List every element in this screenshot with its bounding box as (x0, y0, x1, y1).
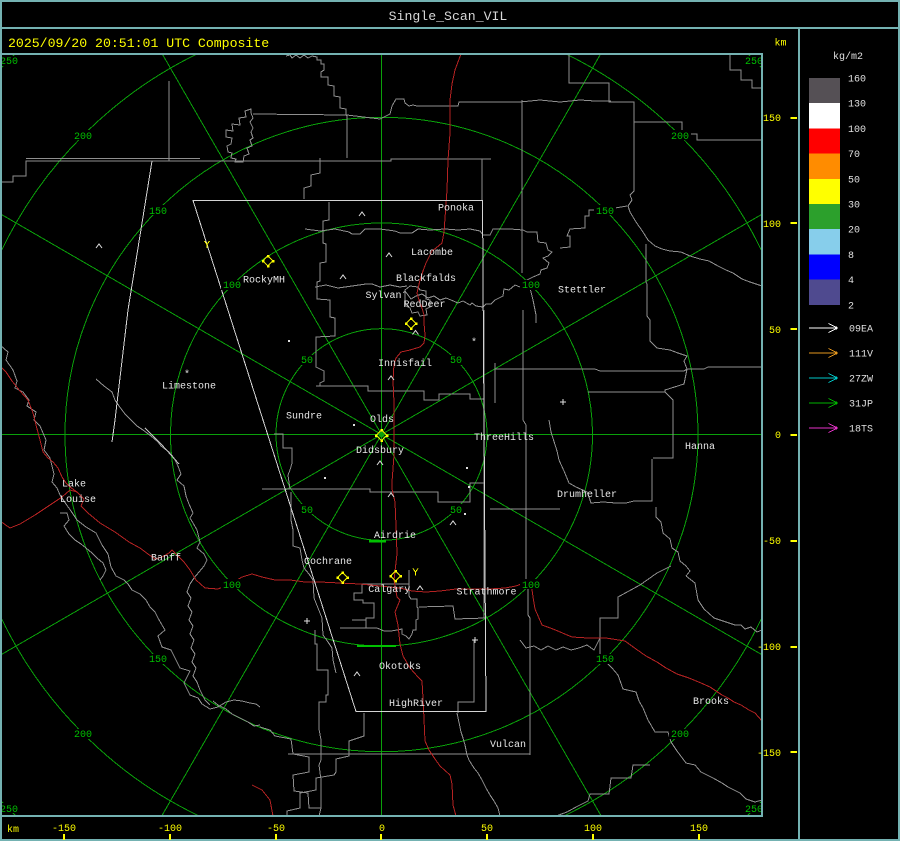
svg-text:250: 250 (745, 57, 763, 68)
svg-text:-150: -150 (757, 749, 781, 760)
svg-text:Drumheller: Drumheller (557, 489, 617, 501)
svg-text:Vulcan: Vulcan (490, 739, 526, 751)
svg-text:km: km (7, 824, 19, 836)
svg-text:Ponoka: Ponoka (438, 203, 474, 215)
svg-text:100: 100 (763, 220, 781, 231)
svg-text:100: 100 (223, 581, 241, 592)
svg-text:150: 150 (596, 655, 614, 666)
svg-text:150: 150 (763, 114, 781, 125)
svg-text:Stettler: Stettler (558, 285, 606, 297)
svg-text:*: * (184, 369, 190, 381)
svg-text:RedDeer: RedDeer (404, 299, 446, 311)
svg-text:50: 50 (450, 356, 462, 367)
svg-text:100: 100 (584, 824, 602, 835)
svg-text:Single_Scan_VIL: Single_Scan_VIL (389, 9, 508, 24)
svg-text:250: 250 (0, 805, 18, 816)
svg-text:50: 50 (848, 175, 860, 186)
svg-text:2: 2 (848, 301, 854, 312)
svg-text:150: 150 (149, 655, 167, 666)
svg-text:Limestone: Limestone (162, 381, 216, 393)
svg-text:8: 8 (848, 251, 854, 262)
svg-text:Louise: Louise (60, 494, 96, 506)
svg-text:Didsbury: Didsbury (356, 445, 404, 457)
svg-text:kg/m2: kg/m2 (833, 51, 863, 63)
svg-text:70: 70 (848, 150, 860, 161)
svg-text:2025/09/20 20:51:01 UTC Compos: 2025/09/20 20:51:01 UTC Composite (8, 36, 269, 51)
svg-text:50: 50 (301, 506, 313, 517)
svg-text:30: 30 (848, 201, 860, 212)
svg-text:-50: -50 (763, 537, 781, 548)
svg-text:-50: -50 (267, 824, 285, 835)
svg-text:Sundre: Sundre (286, 411, 322, 423)
svg-text:Olds: Olds (370, 414, 394, 426)
svg-text:150: 150 (596, 207, 614, 218)
svg-text:100: 100 (522, 281, 540, 292)
svg-text:100: 100 (223, 281, 241, 292)
svg-text:130: 130 (848, 100, 866, 111)
svg-text:*: * (471, 337, 477, 349)
svg-text:200: 200 (671, 132, 689, 143)
svg-text:km: km (775, 38, 787, 50)
svg-text:150: 150 (149, 207, 167, 218)
svg-text:200: 200 (671, 730, 689, 741)
svg-text:Hanna: Hanna (685, 442, 715, 453)
svg-text:200: 200 (74, 132, 92, 143)
svg-text:31JP: 31JP (849, 400, 873, 411)
svg-text:250: 250 (745, 805, 763, 816)
svg-text:Banff: Banff (151, 553, 181, 565)
svg-text:Lacombe: Lacombe (411, 247, 453, 259)
svg-text:Okotoks: Okotoks (379, 661, 421, 673)
svg-text:111V: 111V (849, 350, 873, 361)
svg-text:100: 100 (522, 581, 540, 592)
svg-text:50: 50 (481, 824, 493, 835)
svg-text:-100: -100 (757, 643, 781, 654)
svg-text:Innisfail: Innisfail (378, 358, 432, 370)
svg-text:4: 4 (848, 276, 854, 287)
svg-text:0: 0 (379, 824, 385, 835)
svg-text:0: 0 (775, 431, 781, 442)
svg-text:50: 50 (301, 356, 313, 367)
svg-text:ThreeHills: ThreeHills (474, 432, 534, 444)
svg-text:50: 50 (450, 506, 462, 517)
svg-text:-150: -150 (52, 824, 76, 835)
svg-text:Brooks: Brooks (693, 696, 729, 708)
svg-text:27ZW: 27ZW (849, 375, 873, 386)
svg-text:200: 200 (74, 730, 92, 741)
svg-text:Blackfalds: Blackfalds (396, 273, 456, 285)
svg-text:Calgary: Calgary (368, 584, 410, 596)
svg-text:50: 50 (769, 326, 781, 337)
svg-text:Cochrane: Cochrane (304, 556, 352, 568)
svg-text:Lake: Lake (62, 479, 86, 491)
svg-text:18TS: 18TS (849, 425, 873, 436)
svg-text:Sylvan: Sylvan (366, 290, 402, 302)
svg-text:-100: -100 (158, 824, 182, 835)
svg-text:150: 150 (690, 824, 708, 835)
svg-text:HighRiver: HighRiver (389, 698, 443, 710)
svg-text:100: 100 (848, 125, 866, 136)
svg-text:09EA: 09EA (849, 325, 873, 336)
svg-text:Airdrie: Airdrie (374, 530, 416, 542)
svg-text:20: 20 (848, 226, 860, 237)
svg-text:RockyMH: RockyMH (243, 275, 285, 287)
svg-text:250: 250 (0, 57, 18, 68)
svg-text:160: 160 (848, 75, 866, 86)
svg-text:Strathmore: Strathmore (457, 587, 517, 599)
